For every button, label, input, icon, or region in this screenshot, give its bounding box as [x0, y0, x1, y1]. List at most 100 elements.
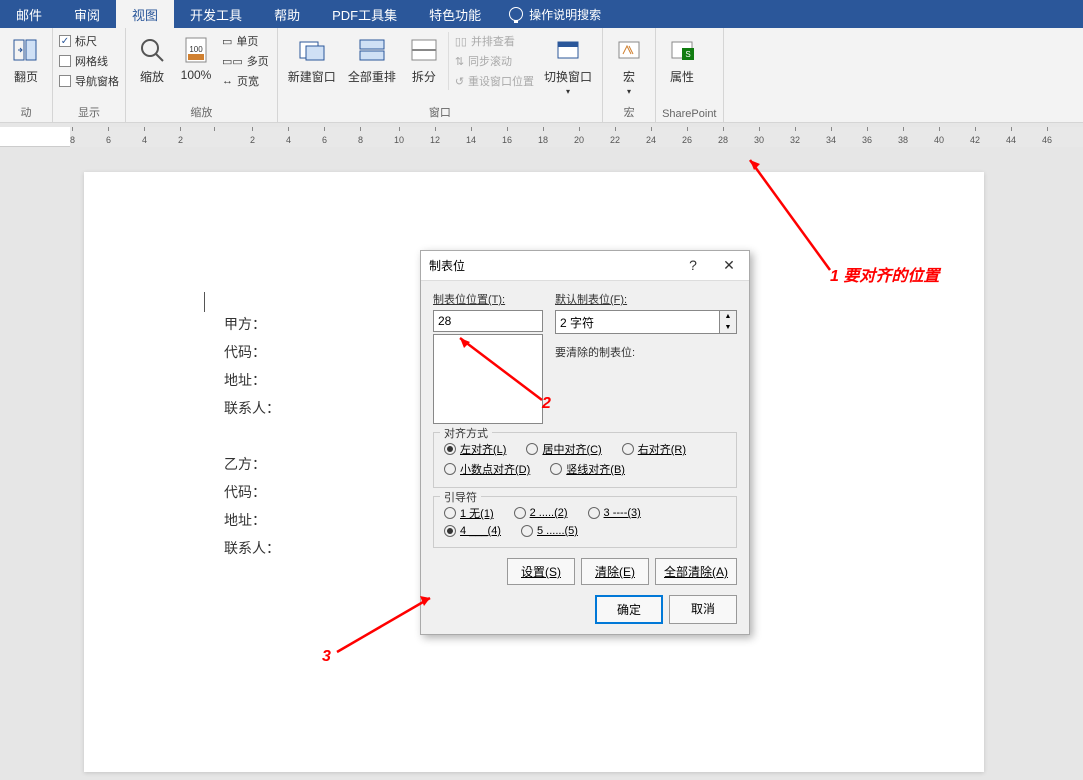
arrange-icon [356, 34, 388, 66]
checkbox-gridlines[interactable]: 网格线 [59, 52, 119, 70]
side-by-side-button: ▯▯并排查看 [453, 32, 536, 50]
tab-positions-list[interactable] [433, 334, 543, 424]
tab-strip: 邮件 审阅 视图 开发工具 帮助 PDF工具集 特色功能 操作说明搜索 [0, 0, 1083, 28]
dialog-titlebar[interactable]: 制表位 ? ✕ [421, 251, 749, 281]
new-window-icon [296, 34, 328, 66]
switch-window-icon [552, 34, 584, 66]
macro-button[interactable]: 宏 ▾ [609, 32, 649, 98]
tab-position-input[interactable] [433, 310, 543, 332]
dialog-help-button[interactable]: ? [681, 257, 705, 274]
ribbon: 翻页 动 ✓标尺 网格线 导航窗格 显示 缩放 100 [0, 28, 1083, 123]
flip-label: 翻页 [14, 68, 38, 85]
clear-all-button[interactable]: 全部清除(A) [655, 558, 737, 585]
multi-page-icon: ▭▭ [222, 55, 243, 68]
page-width-button[interactable]: ↔页宽 [220, 72, 271, 90]
split-icon [408, 34, 440, 66]
document-line[interactable]: 地址： [224, 368, 280, 396]
ok-button[interactable]: 确定 [595, 595, 663, 624]
spin-down-button[interactable]: ▼ [720, 322, 736, 333]
sync-scroll-button: ⇅同步滚动 [453, 52, 536, 70]
flip-icon [10, 34, 42, 66]
zoom-button[interactable]: 缩放 [132, 32, 172, 87]
checkbox-ruler[interactable]: ✓标尺 [59, 32, 119, 50]
one-page-button[interactable]: ▭单页 [220, 32, 271, 50]
spin-up-button[interactable]: ▲ [720, 311, 736, 322]
document-line[interactable]: 甲方： [224, 312, 280, 340]
arrange-all-button[interactable]: 全部重排 [344, 32, 400, 87]
tab-position-label: 制表位位置(T): [433, 291, 543, 307]
group-nav: 翻页 动 [0, 28, 53, 122]
clear-button[interactable]: 清除(E) [581, 558, 649, 585]
document-line[interactable]: 代码： [224, 340, 280, 368]
document-line[interactable]: 代码： [224, 480, 280, 508]
align-decimal-radio[interactable]: 小数点对齐(D) [444, 461, 530, 477]
set-button[interactable]: 设置(S) [507, 558, 575, 585]
document-content[interactable]: 甲方：代码：地址：联系人： 乙方：代码：地址：联系人： [224, 312, 280, 564]
tab-developer[interactable]: 开发工具 [174, 0, 258, 28]
group-zoom: 缩放 100 100% ▭单页 ▭▭多页 ↔页宽 缩放 [126, 28, 278, 122]
bulb-icon [509, 7, 523, 21]
reset-pos-icon: ↺ [455, 75, 464, 88]
horizontal-ruler[interactable]: 8642246810121416182022242628303234363840… [70, 127, 1083, 147]
default-tab-label: 默认制表位(F): [555, 291, 737, 307]
document-line[interactable]: 联系人： [224, 396, 280, 424]
group-nav-label: 动 [6, 102, 46, 120]
leader-underscore-radio[interactable]: 4 ___(4) [444, 525, 501, 537]
flip-page-button[interactable]: 翻页 [6, 32, 46, 87]
switch-window-button[interactable]: 切换窗口 ▾ [540, 32, 596, 98]
default-tab-input[interactable] [555, 310, 720, 334]
split-button[interactable]: 拆分 [404, 32, 444, 87]
side-by-side-icon: ▯▯ [455, 35, 467, 48]
align-right-radio[interactable]: 右对齐(R) [622, 441, 686, 457]
zoom-100-button[interactable]: 100 100% [176, 32, 216, 84]
chevron-down-icon: ▾ [566, 87, 570, 96]
group-show: ✓标尺 网格线 导航窗格 显示 [53, 28, 126, 122]
svg-text:100: 100 [189, 45, 203, 54]
tab-special[interactable]: 特色功能 [413, 0, 497, 28]
leader-tinydots-radio[interactable]: 5 ......(5) [521, 525, 578, 537]
group-macro-label: 宏 [609, 102, 649, 120]
tabs-dialog: 制表位 ? ✕ 制表位位置(T): 默认制表位(F): ▲ ▼ [420, 250, 750, 635]
reset-pos-button: ↺重设窗口位置 [453, 72, 536, 90]
group-macro: 宏 ▾ 宏 [603, 28, 656, 122]
dialog-close-button[interactable]: ✕ [717, 257, 741, 274]
leader-dashes-radio[interactable]: 3 ----(3) [588, 505, 641, 521]
checkbox-navpane[interactable]: 导航窗格 [59, 72, 119, 90]
new-window-button[interactable]: 新建窗口 [284, 32, 340, 87]
tab-view[interactable]: 视图 [116, 0, 174, 28]
align-bar-radio[interactable]: 竖线对齐(B) [550, 461, 625, 477]
leader-fieldset: 引导符 1 无(1) 2 .....(2) 3 ----(3) 4 ___(4)… [433, 496, 737, 548]
group-sharepoint: S 属性 SharePoint [656, 28, 723, 122]
leader-none-radio[interactable]: 1 无(1) [444, 505, 494, 521]
cancel-button[interactable]: 取消 [669, 595, 737, 624]
clear-label: 要清除的制表位: [555, 344, 737, 360]
leader-dots-radio[interactable]: 2 .....(2) [514, 505, 568, 521]
document-line[interactable]: 乙方： [224, 452, 280, 480]
tab-mail[interactable]: 邮件 [0, 0, 58, 28]
alignment-legend: 对齐方式 [440, 425, 492, 441]
group-zoom-label: 缩放 [132, 102, 271, 120]
tab-review[interactable]: 审阅 [58, 0, 116, 28]
macro-icon [613, 34, 645, 66]
tab-help[interactable]: 帮助 [258, 0, 316, 28]
properties-button[interactable]: S 属性 [662, 32, 702, 87]
sync-scroll-icon: ⇅ [455, 55, 464, 68]
group-sp-label: SharePoint [662, 106, 716, 120]
tab-pdf[interactable]: PDF工具集 [316, 0, 413, 28]
document-line[interactable] [224, 424, 280, 452]
page-width-icon: ↔ [222, 75, 233, 87]
chevron-down-icon: ▾ [627, 87, 631, 96]
multi-page-button[interactable]: ▭▭多页 [220, 52, 271, 70]
align-left-radio[interactable]: 左对齐(L) [444, 441, 506, 457]
leader-legend: 引导符 [440, 489, 481, 505]
ruler-area: 8642246810121416182022242628303234363840… [0, 127, 1083, 147]
alignment-fieldset: 对齐方式 左对齐(L) 居中对齐(C) 右对齐(R) 小数点对齐(D) 竖线对齐… [433, 432, 737, 488]
align-center-radio[interactable]: 居中对齐(C) [526, 441, 601, 457]
tell-me-search[interactable]: 操作说明搜索 [497, 0, 613, 28]
sharepoint-icon: S [666, 34, 698, 66]
document-line[interactable]: 联系人： [224, 536, 280, 564]
document-line[interactable]: 地址： [224, 508, 280, 536]
group-show-label: 显示 [59, 102, 119, 120]
tell-me-label: 操作说明搜索 [529, 6, 601, 23]
page-100-icon: 100 [180, 34, 212, 66]
